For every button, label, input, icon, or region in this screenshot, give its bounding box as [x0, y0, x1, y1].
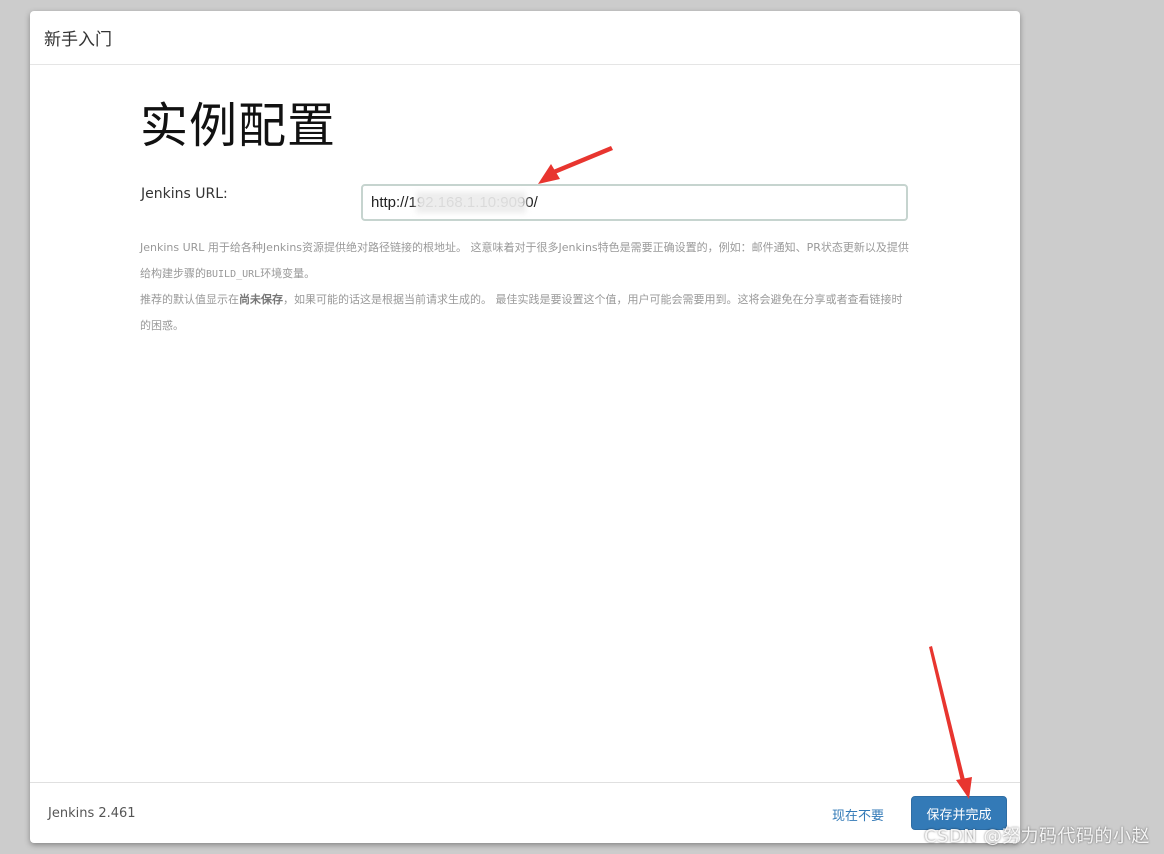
build-url-code: BUILD_URL	[206, 268, 261, 280]
help-paragraph-1: Jenkins URL 用于给各种Jenkins资源提供绝对路径链接的根地址。 …	[140, 241, 909, 280]
skip-link[interactable]: 现在不要	[832, 805, 884, 824]
dialog-title: 新手入门	[44, 30, 112, 50]
dialog-footer: Jenkins 2.461 现在不要 保存并完成	[30, 782, 1020, 843]
csdn-watermark: CSDN @努力码代码的小赵	[923, 826, 1150, 847]
instance-config-panel: 实例配置 Jenkins URL: Jenkins URL 用于给各种Jenki…	[140, 66, 910, 338]
page-title: 实例配置	[140, 98, 337, 154]
jenkins-url-row: Jenkins URL:	[140, 184, 910, 224]
jenkins-url-help: Jenkins URL 用于给各种Jenkins资源提供绝对路径链接的根地址。 …	[140, 235, 910, 338]
jenkins-url-input[interactable]	[361, 184, 908, 221]
help-paragraph-2: 推荐的默认值显示在尚未保存，如果可能的话这是根据当前请求生成的。 最佳实践是要设…	[140, 293, 903, 332]
not-saved-emphasis: 尚未保存	[239, 293, 283, 306]
setup-wizard-dialog: 新手入门 实例配置 Jenkins URL: Jenkins URL 用于给各种…	[30, 11, 1020, 843]
jenkins-version: Jenkins 2.461	[48, 806, 136, 821]
dialog-header: 新手入门	[30, 11, 1020, 65]
jenkins-url-label: Jenkins URL:	[141, 186, 228, 202]
